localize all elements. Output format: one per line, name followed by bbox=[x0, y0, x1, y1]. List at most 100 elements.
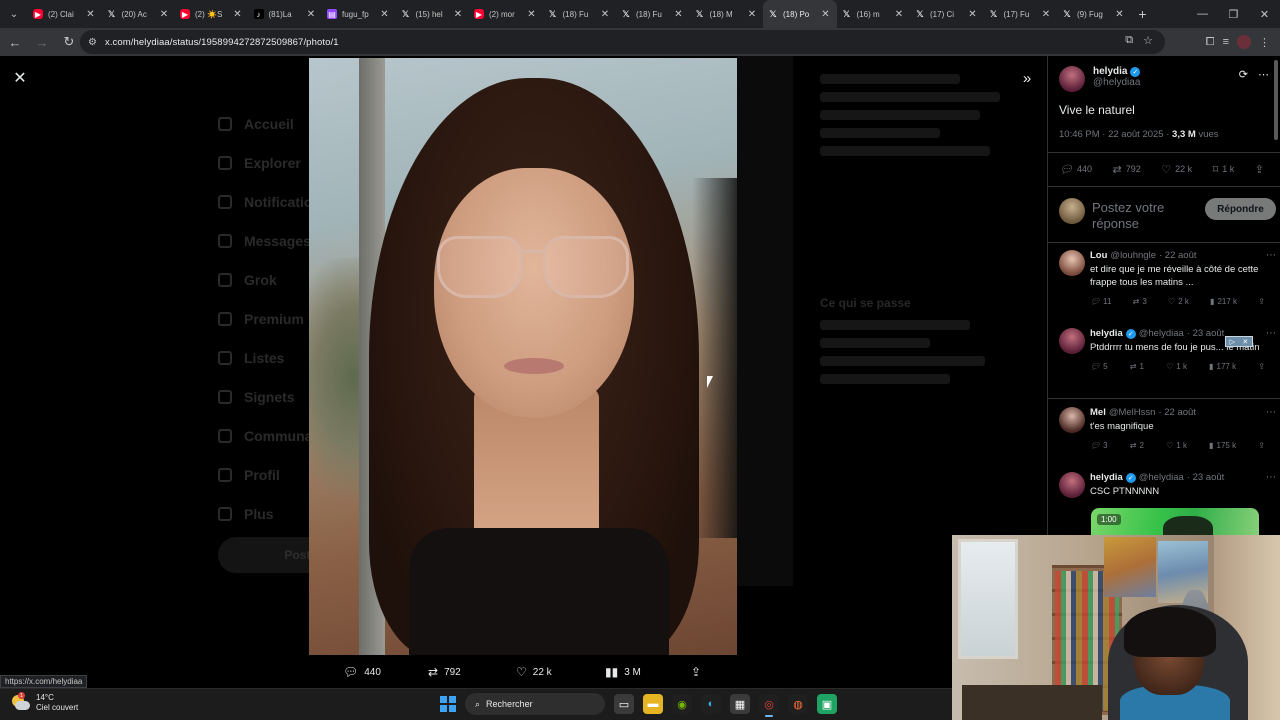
reply-reply-button[interactable]: 💬︎ 5 bbox=[1090, 362, 1108, 371]
close-window-icon[interactable]: ✕ bbox=[1249, 0, 1280, 28]
reply-repost-button[interactable]: ⇄ 3 bbox=[1133, 297, 1147, 306]
reply-date[interactable]: · 22 août bbox=[1159, 250, 1197, 261]
reading-list-icon[interactable]: ≡ bbox=[1223, 36, 1229, 48]
reply-repost-button[interactable]: ⇄ 1 bbox=[1130, 362, 1144, 371]
app-icon[interactable]: ▣ bbox=[817, 694, 837, 714]
browser-tab[interactable]: ▤ fugu_fp ✕ bbox=[322, 0, 396, 28]
reply-like-button[interactable]: ♡ 1 k bbox=[1166, 441, 1187, 450]
back-icon[interactable]: ← bbox=[3, 30, 27, 54]
reply-views-button[interactable]: ▮ 177 k bbox=[1209, 362, 1236, 371]
browser-tab[interactable]: 𝕏 (16) m ✕ bbox=[837, 0, 911, 28]
close-icon[interactable]: ✕ bbox=[10, 68, 30, 88]
more-options-icon[interactable]: ⋯ bbox=[1266, 472, 1276, 483]
tab-close-icon[interactable]: ✕ bbox=[746, 9, 758, 20]
tab-close-icon[interactable]: ✕ bbox=[820, 9, 832, 20]
tab-close-icon[interactable]: ✕ bbox=[1114, 9, 1126, 20]
author-name[interactable]: helydia bbox=[1093, 66, 1127, 77]
browser-tab[interactable]: 𝕏 (17) Ci ✕ bbox=[910, 0, 984, 28]
edge-icon[interactable]: ◐ bbox=[701, 694, 721, 714]
forward-icon[interactable]: → bbox=[30, 30, 54, 54]
reply-input[interactable]: Postez votre réponse bbox=[1092, 200, 1192, 230]
reply-views-button[interactable]: ▮ 175 k bbox=[1209, 441, 1236, 450]
reply-date[interactable]: · 23 août bbox=[1187, 328, 1225, 339]
reply-author-handle[interactable]: @louhngle bbox=[1110, 250, 1156, 261]
file-explorer-icon[interactable]: ▬ bbox=[643, 694, 663, 714]
panel-scrollbar[interactable] bbox=[1274, 60, 1278, 140]
more-options-icon[interactable]: ⋯ bbox=[1258, 68, 1269, 81]
more-options-icon[interactable]: ⋯ bbox=[1266, 250, 1276, 261]
reply-author-name[interactable]: helydia bbox=[1090, 328, 1123, 339]
tab-close-icon[interactable]: ✕ bbox=[1040, 9, 1052, 20]
weather-widget[interactable]: 1 14°C Ciel couvert bbox=[12, 692, 78, 713]
reply-avatar[interactable] bbox=[1059, 328, 1085, 354]
tweet-bookmark-button[interactable]: ⌑ 1 k bbox=[1213, 163, 1235, 176]
bookmark-star-icon[interactable]: ☆ bbox=[1143, 34, 1153, 47]
browser-tab[interactable]: 𝕏 (18) Po ✕ bbox=[763, 0, 837, 28]
reply-reply-button[interactable]: 💬︎ 11 bbox=[1090, 297, 1111, 306]
tab-close-icon[interactable]: ✕ bbox=[85, 9, 97, 20]
author-name-row[interactable]: helydia ✓ bbox=[1093, 66, 1141, 77]
more-options-icon[interactable]: ⋯ bbox=[1266, 328, 1276, 339]
reply-date[interactable]: · 22 août bbox=[1158, 407, 1196, 418]
reply-author-handle[interactable]: @helydiaa bbox=[1139, 328, 1184, 339]
author-handle[interactable]: @helydiaa bbox=[1093, 77, 1140, 88]
browser-tab[interactable]: 𝕏 (9) Fug ✕ bbox=[1057, 0, 1131, 28]
task-view-icon[interactable]: ▭ bbox=[614, 694, 634, 714]
reply-avatar[interactable] bbox=[1059, 250, 1085, 276]
photo-repost-button[interactable]: ⇄ 792 bbox=[428, 665, 461, 679]
tab-close-icon[interactable]: ✕ bbox=[379, 9, 391, 20]
install-app-icon[interactable]: ⧉ bbox=[1125, 34, 1133, 47]
tab-close-icon[interactable]: ✕ bbox=[452, 9, 464, 20]
store-icon[interactable]: ▦ bbox=[730, 694, 750, 714]
photo-share-button[interactable]: ⇪ bbox=[691, 665, 701, 679]
extensions-icon[interactable]: ⧠ bbox=[1206, 36, 1215, 49]
tab-close-icon[interactable]: ✕ bbox=[967, 9, 979, 20]
reply-reply-button[interactable]: 💬︎ 3 bbox=[1090, 441, 1108, 450]
reply-share-button[interactable]: ⇪ bbox=[1258, 297, 1265, 306]
tweet-share-button[interactable]: ⇪ bbox=[1255, 163, 1264, 176]
reply-share-button[interactable]: ⇪ bbox=[1258, 362, 1265, 371]
minimize-icon[interactable]: — bbox=[1187, 0, 1218, 28]
reply-share-button[interactable]: ⇪ bbox=[1258, 441, 1265, 450]
browser-tab[interactable]: ▶ (2) mor ✕ bbox=[469, 0, 543, 28]
url-text[interactable]: x.com/helydiaa/status/195899427287250986… bbox=[105, 37, 339, 48]
profile-avatar[interactable] bbox=[1237, 35, 1251, 49]
browser-tab[interactable]: 𝕏 (18) Fu ✕ bbox=[616, 0, 690, 28]
taskbar-search[interactable]: ⌕ Rechercher bbox=[465, 693, 605, 715]
restore-icon[interactable]: ❐ bbox=[1218, 0, 1249, 28]
browser-tab[interactable]: ♪ (81)La ✕ bbox=[249, 0, 323, 28]
chrome-icon[interactable]: ◎ bbox=[759, 694, 779, 717]
tweet-repost-button[interactable]: ⇄ 792 bbox=[1112, 163, 1140, 176]
reply-views-button[interactable]: ▮ 217 k bbox=[1210, 297, 1237, 306]
tweet-photo[interactable] bbox=[309, 58, 737, 655]
browser-tab[interactable]: 𝕏 (20) Ac ✕ bbox=[102, 0, 176, 28]
photo-reply-button[interactable]: 💬︎ 440 bbox=[343, 665, 381, 679]
reply-like-button[interactable]: ♡ 2 k bbox=[1168, 297, 1189, 306]
grok-icon[interactable]: ⟳ bbox=[1239, 68, 1248, 81]
tab-close-icon[interactable]: ✕ bbox=[158, 9, 170, 20]
reply-gif[interactable]: 1:00 bbox=[1091, 508, 1259, 535]
reply-repost-button[interactable]: ⇄ 2 bbox=[1130, 441, 1144, 450]
reply-author-handle[interactable]: @helydiaa bbox=[1139, 472, 1184, 483]
tweet-like-button[interactable]: ♡ 22 k bbox=[1161, 163, 1192, 176]
browser-tab[interactable]: ▶ (2) ☀️S ✕ bbox=[175, 0, 249, 28]
reply-author-name[interactable]: Lou bbox=[1090, 250, 1107, 261]
photo-views-button[interactable]: ▮▮ 3 M bbox=[605, 665, 641, 679]
browser-menu-icon[interactable]: ⋮ bbox=[1259, 36, 1270, 49]
reply-avatar[interactable] bbox=[1059, 472, 1085, 498]
browser-tab[interactable]: 𝕏 (18) Fu ✕ bbox=[543, 0, 617, 28]
site-info-icon[interactable]: ⚙ bbox=[88, 37, 97, 48]
ad-choices-icon[interactable]: ▷ ✕ bbox=[1225, 336, 1253, 347]
firefox-icon[interactable]: ◍ bbox=[788, 694, 808, 714]
photo-like-button[interactable]: ♡ 22 k bbox=[516, 665, 552, 679]
new-tab-button[interactable]: + bbox=[1131, 0, 1155, 28]
tab-search-icon[interactable]: ⌄ bbox=[0, 0, 28, 28]
nvidia-icon[interactable]: ◉ bbox=[672, 694, 692, 714]
reload-icon[interactable]: ↻ bbox=[57, 30, 81, 54]
tab-close-icon[interactable]: ✕ bbox=[599, 9, 611, 20]
reply-author-name[interactable]: helydia bbox=[1090, 472, 1123, 483]
more-options-icon[interactable]: ⋯ bbox=[1266, 407, 1276, 418]
windows-start-icon[interactable] bbox=[440, 696, 456, 712]
browser-tab[interactable]: 𝕏 (17) Fu ✕ bbox=[984, 0, 1058, 28]
reply-button[interactable]: Répondre bbox=[1205, 198, 1276, 220]
